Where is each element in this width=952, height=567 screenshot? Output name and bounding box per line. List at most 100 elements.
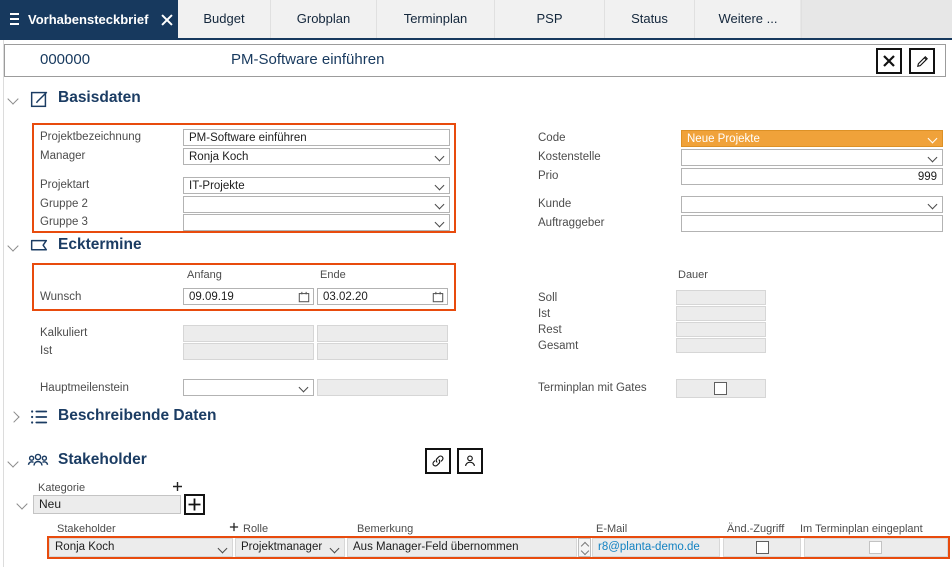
section-heading-beschreibende-daten: Beschreibende Daten	[58, 407, 217, 425]
tab-weitere[interactable]: Weitere ...	[694, 0, 802, 38]
kostenstelle-select[interactable]	[681, 149, 943, 166]
add-column-plus-icon[interactable]	[229, 522, 239, 532]
collapse-stakeholder-chevron-icon[interactable]	[7, 456, 18, 467]
dauer-soll-field	[676, 290, 766, 305]
kategorie-gruppe-field[interactable]: Neu	[33, 495, 181, 514]
tab-vorhabensteckbrief[interactable]: Vorhabensteckbrief	[0, 0, 178, 38]
kalkuliert-ende-field	[317, 325, 448, 342]
hauptmeilenstein-label: Hauptmeilenstein	[40, 382, 129, 394]
expand-beschreibende-chevron-icon[interactable]	[8, 411, 19, 422]
projektart-select[interactable]: IT-Projekte	[183, 177, 450, 194]
link-icon	[430, 453, 446, 469]
tab-terminplan[interactable]: Terminplan	[376, 0, 494, 38]
auftraggeber-input[interactable]	[681, 215, 943, 232]
gates-checkbox[interactable]	[714, 382, 727, 395]
col-im-terminplan-header: Im Terminplan eingeplant	[800, 523, 923, 535]
project-id: 000000	[40, 51, 90, 68]
projektbezeichnung-input[interactable]: PM-Software einführen	[183, 129, 450, 146]
gates-label: Terminplan mit Gates	[538, 382, 647, 394]
email-link[interactable]: r8@planta-demo.de	[598, 541, 700, 553]
tab-budget[interactable]: Budget	[178, 0, 270, 38]
tab-bar: Vorhabensteckbrief Budget Grobplan Termi…	[0, 0, 952, 38]
auftraggeber-label: Auftraggeber	[538, 217, 605, 229]
edit-button[interactable]	[909, 48, 935, 74]
manager-select[interactable]: Ronja Koch	[183, 148, 450, 165]
dauer-gesamt-field	[676, 338, 766, 353]
tab-grobplan[interactable]: Grobplan	[270, 0, 376, 38]
section-heading-ecktermine: Ecktermine	[58, 236, 142, 254]
aend-zugriff-checkbox[interactable]	[756, 541, 769, 554]
prio-input[interactable]: 999	[681, 168, 943, 185]
chevron-down-icon	[299, 383, 309, 393]
tab-status[interactable]: Status	[604, 0, 694, 38]
section-heading-stakeholder: Stakeholder	[58, 451, 147, 469]
collapse-basisdaten-chevron-icon[interactable]	[7, 93, 18, 104]
projektbezeichnung-label: Projektbezeichnung	[40, 131, 141, 143]
kostenstelle-label: Kostenstelle	[538, 151, 601, 163]
hamburger-icon[interactable]	[10, 13, 19, 25]
code-select[interactable]: Neue Projekte	[681, 130, 943, 147]
pencil-icon	[915, 54, 930, 69]
calendar-icon[interactable]	[298, 291, 310, 303]
chevron-down-icon	[435, 200, 445, 210]
gruppe2-label: Gruppe 2	[40, 198, 88, 210]
projektart-label: Projektart	[40, 179, 89, 191]
wunsch-label: Wunsch	[40, 291, 81, 303]
add-stakeholder-row-button[interactable]	[184, 494, 205, 515]
chevron-down-icon	[435, 152, 445, 162]
col-email-header: E-Mail	[596, 523, 627, 535]
kategorie-label: Kategorie	[38, 482, 85, 494]
wunsch-anfang-date-input[interactable]: 09.09.19	[183, 288, 314, 305]
hauptmeilenstein-date-field	[317, 379, 448, 396]
chevron-down-icon	[435, 181, 445, 191]
add-kategorie-plus-icon[interactable]	[172, 481, 183, 492]
rolle-select[interactable]: Projektmanager	[235, 538, 345, 557]
link-stakeholder-button[interactable]	[425, 448, 451, 474]
dauer-ist-field	[676, 306, 766, 321]
kalkuliert-anfang-field	[183, 325, 314, 342]
collapse-ecktermine-chevron-icon[interactable]	[7, 240, 18, 251]
gruppe2-select[interactable]	[183, 196, 450, 213]
wunsch-ende-date-input[interactable]: 03.02.20	[317, 288, 448, 305]
ist-ende-field	[317, 343, 448, 360]
dauer-rest-field	[676, 322, 766, 337]
code-label: Code	[538, 132, 566, 144]
chevron-down-icon	[928, 134, 938, 144]
gesamt-label: Gesamt	[538, 340, 578, 352]
close-x-icon	[882, 54, 896, 68]
tab-psp[interactable]: PSP	[494, 0, 604, 38]
chevron-down-icon	[928, 153, 938, 163]
delete-button[interactable]	[876, 48, 902, 74]
group-people-icon	[26, 449, 50, 473]
email-cell: r8@planta-demo.de	[592, 538, 720, 557]
dauer-ist-label: Ist	[538, 308, 550, 320]
manager-label: Manager	[40, 150, 85, 162]
gruppe3-select[interactable]	[183, 214, 450, 231]
calendar-icon[interactable]	[432, 291, 444, 303]
col-dauer-header: Dauer	[678, 269, 708, 281]
section-heading-basisdaten: Basisdaten	[58, 89, 141, 107]
col-bemerkung-header: Bemerkung	[357, 523, 413, 535]
hauptmeilenstein-select[interactable]	[183, 379, 314, 396]
prio-label: Prio	[538, 170, 558, 182]
project-title-bar	[4, 44, 946, 77]
col-ende-header: Ende	[320, 269, 346, 281]
left-edge-divider	[3, 40, 4, 567]
kunde-select[interactable]	[681, 196, 943, 213]
bemerkung-field[interactable]: Aus Manager-Feld übernommen	[347, 538, 577, 557]
add-person-button[interactable]	[457, 448, 483, 474]
edit-square-icon	[28, 88, 50, 110]
ist-anfang-field	[183, 343, 314, 360]
col-aend-zugriff-header: Änd.-Zugriff	[727, 523, 784, 535]
app-window: Vorhabensteckbrief Budget Grobplan Termi…	[0, 0, 952, 567]
bemerkung-spinner[interactable]	[578, 538, 591, 557]
tab-close-icon[interactable]	[161, 14, 168, 25]
col-anfang-header: Anfang	[187, 269, 222, 281]
rest-label: Rest	[538, 324, 562, 336]
chevron-down-icon	[330, 544, 340, 554]
ist-label: Ist	[40, 345, 52, 357]
chevron-down-icon	[928, 200, 938, 210]
stakeholder-select[interactable]: Ronja Koch	[49, 538, 233, 557]
kategorie-collapse-chevron-icon[interactable]	[16, 498, 27, 509]
person-icon	[462, 453, 478, 469]
